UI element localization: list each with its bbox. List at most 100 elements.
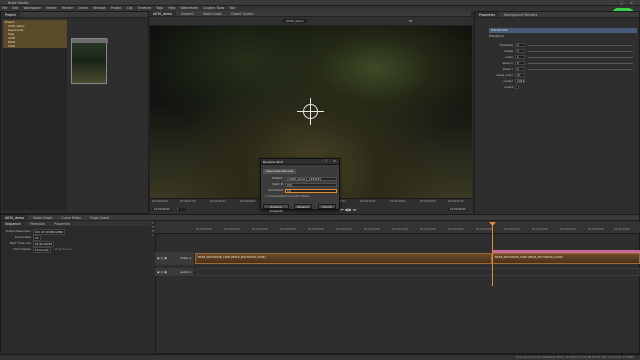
- dialog-header: Rename Shot ? ×: [261, 159, 339, 165]
- param-label: scale: [505, 55, 513, 59]
- param-value[interactable]: 0: [515, 61, 525, 65]
- frame-field[interactable]: 1: [176, 208, 186, 211]
- param-row: skew Y 0: [475, 67, 640, 72]
- param-label: center: [503, 79, 513, 83]
- param-row: translate 0: [475, 43, 640, 48]
- param-slider[interactable]: [528, 69, 633, 70]
- include-audio-checkbox[interactable]: ☐ Include Clips from Audio Tracks: [265, 195, 309, 198]
- ruler-tick: 01:00:06:00: [280, 228, 296, 231]
- rename-mode-dropdown[interactable]: Sequential Rename: [263, 169, 297, 174]
- info-value[interactable]: Timecode: [33, 247, 51, 253]
- ruler-tick: 01:00:16:00: [420, 228, 436, 231]
- tab-seq-properties[interactable]: Properties: [50, 221, 74, 227]
- info-row: Time Display Timecode Drop Frame: [1, 247, 151, 253]
- properties-panel: Properties Background Renders Transform1…: [474, 11, 640, 219]
- start-number-field[interactable]: 010: [285, 182, 337, 187]
- dialog-row: Pattern {A030_demo}_{####}: [261, 176, 341, 181]
- info-row: Output Resolution DCI 2K (2048x1080): [1, 229, 151, 235]
- param-value[interactable]: 0: [515, 49, 525, 53]
- ruler-tick: 01:00:26:00: [560, 228, 576, 231]
- track-controls-icon[interactable]: ◉ ◎ ▣: [157, 256, 167, 260]
- param-value[interactable]: XY: [515, 73, 525, 77]
- thumbnail-header: [72, 39, 108, 43]
- ruler-tick: 01:00:28:00: [588, 228, 604, 231]
- info-label: Frame Rate: [14, 235, 31, 239]
- info-tabbar: Sequence Metadata Properties: [1, 221, 151, 227]
- dialog-label: Start #: [272, 182, 283, 186]
- current-timecode[interactable]: 01:00:00:00: [152, 208, 172, 211]
- section-tab[interactable]: Transform: [489, 34, 504, 38]
- param-value[interactable]: 0: [515, 67, 525, 71]
- param-value[interactable]: 1: [515, 55, 525, 59]
- param-slider[interactable]: [528, 63, 633, 64]
- drop-frame-checkbox[interactable]: Drop Frame: [55, 247, 71, 251]
- param-row: skew order XY: [475, 73, 640, 78]
- param-row: invert: [475, 85, 640, 90]
- track-name[interactable]: Audio 1: [180, 270, 191, 274]
- end-timecode[interactable]: 01:00:00:00: [448, 208, 468, 211]
- rename-dialog: Rename Shot ? × Sequential Rename Patter…: [260, 158, 341, 213]
- tab-properties[interactable]: Properties: [475, 12, 500, 17]
- increment-field[interactable]: 10: [285, 188, 337, 193]
- audio-track-lane[interactable]: [195, 268, 640, 276]
- track-name[interactable]: Video 1: [180, 256, 191, 260]
- viewer-timecode: 01:00:37:01: [448, 200, 464, 203]
- ruler-tick: 01:00:24:00: [532, 228, 548, 231]
- cancel-button[interactable]: Cancel: [318, 204, 336, 209]
- minimize-icon[interactable]: –: [612, 1, 614, 5]
- video-track-header[interactable]: ◉ ◎ ▣ Video 1: [155, 252, 195, 265]
- timeline-panel: A030_demo Node Graph Curve Editor Dope S…: [0, 214, 640, 355]
- timeline-clip[interactable]: B018_M4702028_C006 [B018_M4702028_C006]: [195, 253, 492, 264]
- ruler-tick: 01:00:08:00: [308, 228, 324, 231]
- close-icon[interactable]: ×: [630, 1, 633, 5]
- timeline-clip[interactable]: B018_M4702028_C006 [B018_M4702028_C006]: [492, 253, 640, 264]
- dialog-label: Increment: [267, 188, 283, 192]
- audio-track-header[interactable]: ◉ ◎ ▣ Audio 1: [155, 268, 195, 276]
- param-row: rotate 0: [475, 49, 640, 54]
- rename-button[interactable]: Rename: [294, 204, 312, 209]
- tab-project[interactable]: Project: [1, 12, 20, 17]
- param-slider[interactable]: [528, 45, 633, 46]
- viewer-timecode: 01:00:29:01: [390, 200, 406, 203]
- project-tabbar: Project: [1, 12, 148, 18]
- playhead[interactable]: [492, 222, 493, 286]
- crosshair-vertical: [310, 98, 311, 125]
- ruler-tick: 01:00:00:00: [196, 228, 212, 231]
- viewer-timecode: 01:00:33:01: [420, 200, 436, 203]
- tab-background-renders[interactable]: Background Renders: [500, 12, 541, 17]
- ruler-tick: 01:00:04:00: [252, 228, 268, 231]
- tab-metadata[interactable]: Metadata: [26, 221, 49, 227]
- viewer-clip-label[interactable]: A030_demo: [283, 19, 307, 23]
- status-bar: Channel Count: 10 Localization Mode: On …: [0, 354, 640, 360]
- param-slider[interactable]: [528, 51, 633, 52]
- info-row: Start Timecode 01:00:00:00: [1, 241, 151, 247]
- maximize-icon[interactable]: □: [620, 1, 623, 5]
- param-value[interactable]: 1024: [515, 79, 525, 83]
- param-label: translate: [499, 43, 513, 47]
- param-slider[interactable]: [528, 57, 633, 58]
- viewer-timecode: 01:00:01:00: [180, 200, 196, 203]
- node-name[interactable]: Transform1: [489, 28, 637, 33]
- pattern-field[interactable]: {A030_demo}_{####}: [285, 176, 337, 181]
- sequence-info: Sequence Metadata Properties Output Reso…: [1, 221, 151, 355]
- zoom-level[interactable]: Fit: [409, 19, 413, 23]
- param-label: skew order: [496, 73, 513, 77]
- tab-sequence[interactable]: Sequence: [1, 221, 25, 227]
- dialog-row: Start # 010: [261, 182, 341, 187]
- playback-controls-icon[interactable]: ⏮◀▶⏭: [340, 207, 357, 212]
- clip-thumbnail[interactable]: [71, 38, 108, 84]
- help-icon[interactable]: ?: [325, 159, 327, 163]
- param-checkbox[interactable]: [515, 85, 519, 89]
- param-label: skew X: [502, 61, 513, 65]
- rename-snapshot-button[interactable]: Rename Snapshot: [263, 204, 289, 213]
- ruler-tick: 01:00:14:00: [392, 228, 408, 231]
- param-label: invert: [504, 85, 513, 89]
- clip-label: B018_M4702028_C006 [B018_M4702028_C006]: [495, 255, 563, 259]
- viewer-timecode: 01:00:25:01: [360, 200, 376, 203]
- bin-item[interactable]: C001: [3, 44, 67, 48]
- close-icon[interactable]: ×: [333, 159, 336, 163]
- dialog-row: Increment 10: [261, 188, 341, 193]
- param-value[interactable]: 0: [515, 43, 525, 47]
- timeline-tools: ↖ ✂ ↔ ⌕: [151, 221, 156, 355]
- track-controls-icon[interactable]: ◉ ◎ ▣: [157, 270, 167, 274]
